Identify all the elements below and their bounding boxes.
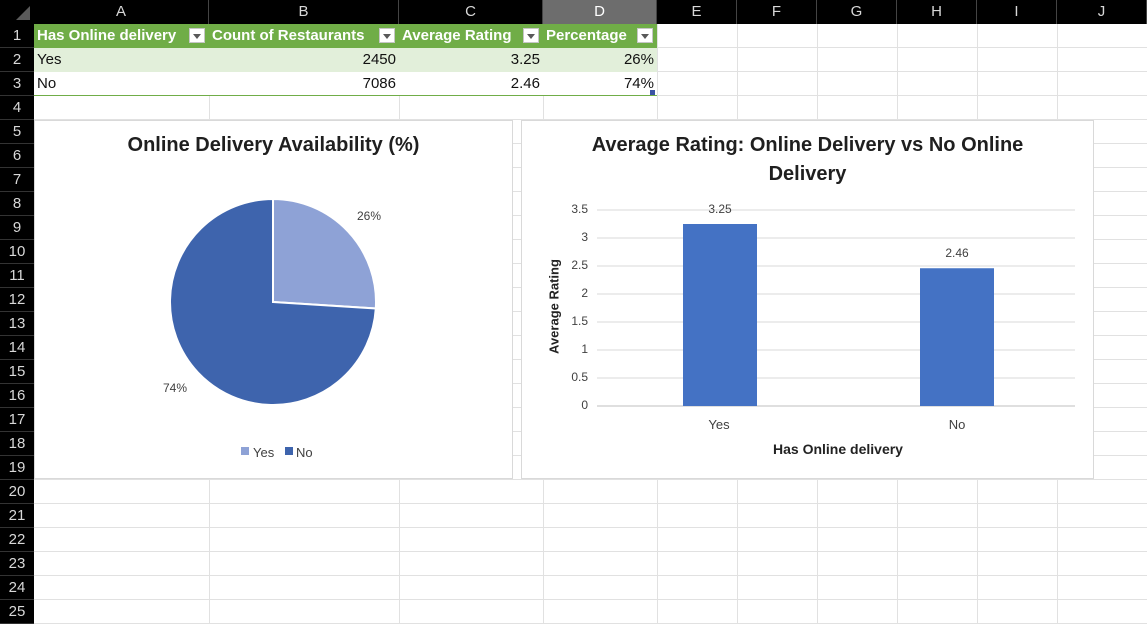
table-cell[interactable]: 2450 <box>209 48 399 72</box>
grid-line <box>34 551 1147 552</box>
row-header[interactable]: 17 <box>0 408 34 432</box>
legend-label-yes: Yes <box>253 445 275 460</box>
header-label-delivery: Has Online delivery <box>37 27 177 44</box>
bar-chart[interactable]: Average Rating: Online Delivery vs No On… <box>521 120 1094 479</box>
row-header[interactable]: 11 <box>0 264 34 288</box>
row-header[interactable]: 16 <box>0 384 34 408</box>
bar-value-label-yes: 3.25 <box>708 202 732 216</box>
table-cell[interactable]: No <box>34 72 209 96</box>
row-header[interactable]: 21 <box>0 504 34 528</box>
table-resize-handle[interactable] <box>650 90 655 95</box>
table-cell[interactable]: 26% <box>543 48 657 72</box>
bar-svg <box>597 209 1075 407</box>
column-header-a[interactable]: A <box>34 0 209 24</box>
header-label-rating: Average Rating <box>402 27 512 44</box>
x-tick-label-no: No <box>948 417 966 432</box>
row-header[interactable]: 6 <box>0 144 34 168</box>
table-cell[interactable]: Yes <box>34 48 209 72</box>
row-header[interactable]: 4 <box>0 96 34 120</box>
row-header[interactable]: 19 <box>0 456 34 480</box>
column-header-b[interactable]: B <box>209 0 399 24</box>
column-header-h[interactable]: H <box>897 0 977 24</box>
row-header[interactable]: 7 <box>0 168 34 192</box>
column-header-j[interactable]: J <box>1057 0 1147 24</box>
grid-line <box>34 575 1147 576</box>
grid-line <box>34 479 1147 480</box>
table-header-cell[interactable]: Percentage <box>543 24 657 48</box>
grid-line <box>34 503 1147 504</box>
legend-swatch-no <box>285 447 293 455</box>
row-header[interactable]: 9 <box>0 216 34 240</box>
grid-line <box>34 599 1147 600</box>
column-header-f[interactable]: F <box>737 0 817 24</box>
legend-label-no: No <box>296 445 313 460</box>
table-cell[interactable]: 3.25 <box>399 48 543 72</box>
table-header-cell[interactable]: Count of Restaurants <box>209 24 399 48</box>
table-header-cell[interactable]: Average Rating <box>399 24 543 48</box>
bar-yes[interactable] <box>683 224 757 406</box>
pie-data-label-yes: 26% <box>357 209 382 223</box>
row-header[interactable]: 2 <box>0 48 34 72</box>
table-bottom-border <box>34 95 657 96</box>
row-header[interactable]: 22 <box>0 528 34 552</box>
pie-chart[interactable]: Online Delivery Availability (%) 26% 74%… <box>34 120 513 479</box>
select-all-triangle <box>16 6 30 20</box>
table-cell[interactable]: 2.46 <box>399 72 543 96</box>
table-header-cell[interactable]: Has Online delivery <box>34 24 209 48</box>
legend-swatch-yes <box>241 447 249 455</box>
row-header[interactable]: 8 <box>0 192 34 216</box>
filter-dropdown-icon[interactable] <box>637 28 653 43</box>
bar-no[interactable] <box>920 268 994 406</box>
pie-data-label-no: 74% <box>163 381 188 395</box>
row-header[interactable]: 23 <box>0 552 34 576</box>
filter-dropdown-icon[interactable] <box>523 28 539 43</box>
row-header[interactable]: 1 <box>0 24 34 48</box>
filter-dropdown-icon[interactable] <box>189 28 205 43</box>
bar-value-label-no: 2.46 <box>945 246 969 261</box>
filter-dropdown-icon[interactable] <box>379 28 395 43</box>
row-header[interactable]: 15 <box>0 360 34 384</box>
column-header-e[interactable]: E <box>657 0 737 24</box>
table-cell[interactable]: 7086 <box>209 72 399 96</box>
column-header-g[interactable]: G <box>817 0 897 24</box>
row-header[interactable]: 14 <box>0 336 34 360</box>
row-header[interactable]: 18 <box>0 432 34 456</box>
row-header[interactable]: 24 <box>0 576 34 600</box>
row-header[interactable]: 3 <box>0 72 34 96</box>
row-header[interactable]: 12 <box>0 288 34 312</box>
column-header-c[interactable]: C <box>399 0 543 24</box>
row-header[interactable]: 25 <box>0 600 34 624</box>
row-header[interactable]: 20 <box>0 480 34 504</box>
row-header[interactable]: 13 <box>0 312 34 336</box>
row-header[interactable]: 5 <box>0 120 34 144</box>
column-header-i[interactable]: I <box>977 0 1057 24</box>
header-label-percentage: Percentage <box>546 27 627 44</box>
x-tick-label-yes: Yes <box>708 417 730 432</box>
select-all-corner[interactable] <box>0 0 34 24</box>
row-header[interactable]: 10 <box>0 240 34 264</box>
header-label-count: Count of Restaurants <box>212 27 365 44</box>
table-cell[interactable]: 74% <box>543 72 657 96</box>
x-axis-title: Has Online delivery <box>773 441 903 457</box>
grid-line <box>34 527 1147 528</box>
pie-svg <box>169 197 377 406</box>
column-header-d[interactable]: D <box>543 0 657 24</box>
